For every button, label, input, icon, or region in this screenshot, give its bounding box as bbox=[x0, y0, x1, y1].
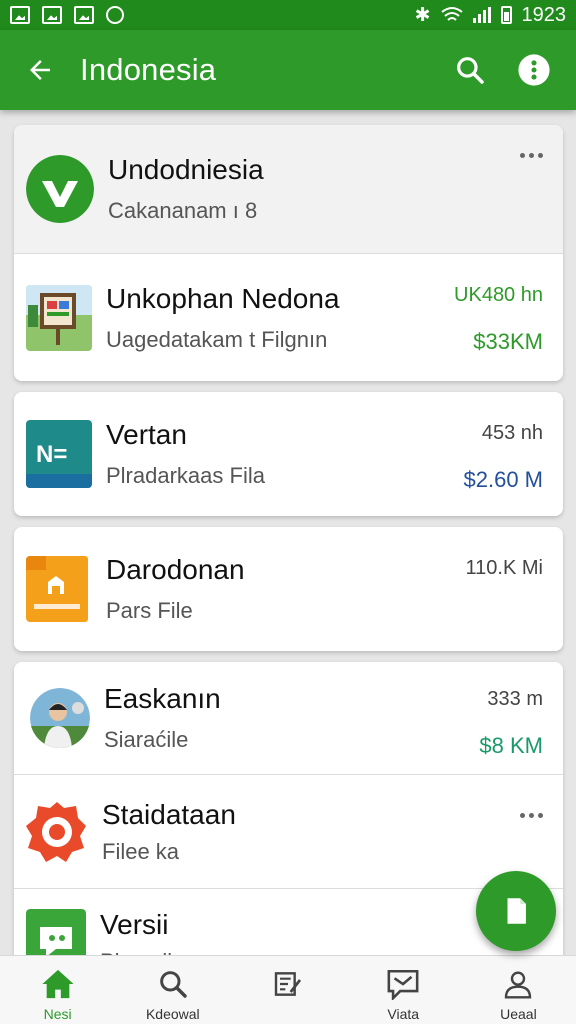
nav-messages[interactable]: Viata bbox=[346, 956, 461, 1024]
nav-notes[interactable] bbox=[230, 956, 345, 1024]
list-item[interactable]: Unkophan Nedona Uagedatakam t Filgnın UK… bbox=[14, 253, 563, 381]
nav-label: Kdeowal bbox=[145, 1006, 200, 1022]
item-size: 110.K Mi bbox=[465, 557, 543, 579]
message-icon bbox=[387, 969, 419, 1000]
battery-icon bbox=[500, 6, 512, 24]
bluetooth-icon: ✱ bbox=[414, 4, 431, 26]
picture-notification-icon bbox=[10, 6, 30, 24]
nav-label: Viata bbox=[387, 1006, 420, 1022]
item-card: Easkanın Siaraćile 333 m $8 KM Staidataa… bbox=[14, 662, 563, 998]
app-bar: Indonesia bbox=[0, 30, 576, 110]
item-title: Darodonan bbox=[106, 554, 245, 585]
image-notification-icon bbox=[42, 6, 62, 24]
item-size: 333 m bbox=[487, 688, 543, 710]
list-item[interactable]: Easkanın Siaraćile 333 m $8 KM bbox=[14, 662, 563, 774]
item-title: Vertan bbox=[106, 419, 187, 450]
search-button[interactable] bbox=[450, 50, 490, 90]
more-horiz-icon[interactable] bbox=[520, 813, 543, 818]
wifi-icon bbox=[440, 7, 463, 21]
file-list: Undodniesia Cakananam ı 8 Unkophan Nedon… bbox=[14, 125, 563, 998]
item-card: N= Vertan Plradarkaas Fila 453 nh $2.60 … bbox=[14, 392, 563, 516]
item-card: Darodonan Pars File 110.K Mi bbox=[14, 527, 563, 651]
gallery-notification-icon bbox=[74, 6, 94, 24]
billboard-thumbnail bbox=[26, 284, 92, 351]
bottom-navigation: Nesi Kdeowal Viata Ueaal bbox=[0, 955, 576, 1024]
item-price: $33KM bbox=[473, 329, 543, 354]
nav-home[interactable]: Nesi bbox=[0, 956, 115, 1024]
back-button[interactable] bbox=[0, 30, 80, 110]
item-price: $8 KM bbox=[479, 733, 543, 758]
item-subtitle: Pars File bbox=[106, 598, 193, 623]
nav-label: Nesi bbox=[43, 1006, 72, 1022]
list-item[interactable]: N= Vertan Plradarkaas Fila 453 nh $2.60 … bbox=[14, 392, 563, 516]
item-size: 453 nh bbox=[481, 422, 543, 444]
folder-file-icon bbox=[26, 556, 92, 622]
header-title: Undodniesia bbox=[108, 154, 264, 185]
item-title: Staidataan bbox=[102, 798, 236, 830]
arrow-back-icon bbox=[30, 60, 50, 80]
nav-profile[interactable]: Ueaal bbox=[461, 956, 576, 1024]
spreadsheet-file-icon: N= bbox=[26, 420, 92, 488]
item-subtitle: Uagedatakam t Filgnın bbox=[106, 326, 328, 352]
page-title: Indonesia bbox=[80, 52, 217, 87]
item-title: Easkanın bbox=[104, 683, 221, 714]
item-subtitle: Filee ka bbox=[102, 838, 180, 864]
avatar bbox=[30, 688, 90, 748]
item-price: $2.60 M bbox=[463, 467, 544, 492]
more-options-button[interactable] bbox=[514, 50, 554, 90]
search-icon bbox=[457, 57, 484, 84]
home-icon bbox=[42, 969, 74, 999]
app-logo-icon bbox=[26, 155, 94, 223]
nav-search[interactable]: Kdeowal bbox=[115, 956, 230, 1024]
item-size: UK480 hn bbox=[454, 284, 543, 306]
header-subtitle: Cakananam ı 8 bbox=[108, 198, 258, 223]
item-title: Versii bbox=[100, 909, 169, 940]
signal-icon bbox=[472, 7, 491, 23]
camera-app-icon bbox=[26, 800, 88, 864]
item-subtitle: Siaraćile bbox=[104, 727, 189, 752]
list-item[interactable]: Staidataan Filee ka bbox=[14, 774, 563, 888]
document-icon bbox=[507, 898, 526, 924]
add-file-button[interactable] bbox=[476, 871, 556, 951]
app-notification-icon bbox=[106, 6, 124, 24]
status-time: 1923 bbox=[521, 3, 567, 26]
list-item[interactable]: Darodonan Pars File 110.K Mi bbox=[14, 527, 563, 651]
status-bar: ✱ 1923 bbox=[0, 0, 576, 30]
header-card: Undodniesia Cakananam ı 8 Unkophan Nedon… bbox=[14, 125, 563, 381]
item-title: Unkophan Nedona bbox=[106, 282, 340, 314]
item-subtitle: Plradarkaas Fila bbox=[106, 463, 265, 488]
edit-note-icon bbox=[274, 972, 302, 996]
more-vert-icon bbox=[518, 54, 550, 86]
svg-text:N=: N= bbox=[36, 441, 67, 468]
person-icon bbox=[505, 971, 532, 999]
search-icon bbox=[159, 971, 187, 998]
more-horiz-icon[interactable] bbox=[520, 153, 543, 158]
list-header[interactable]: Undodniesia Cakananam ı 8 bbox=[14, 125, 563, 253]
nav-label: Ueaal bbox=[500, 1006, 537, 1022]
